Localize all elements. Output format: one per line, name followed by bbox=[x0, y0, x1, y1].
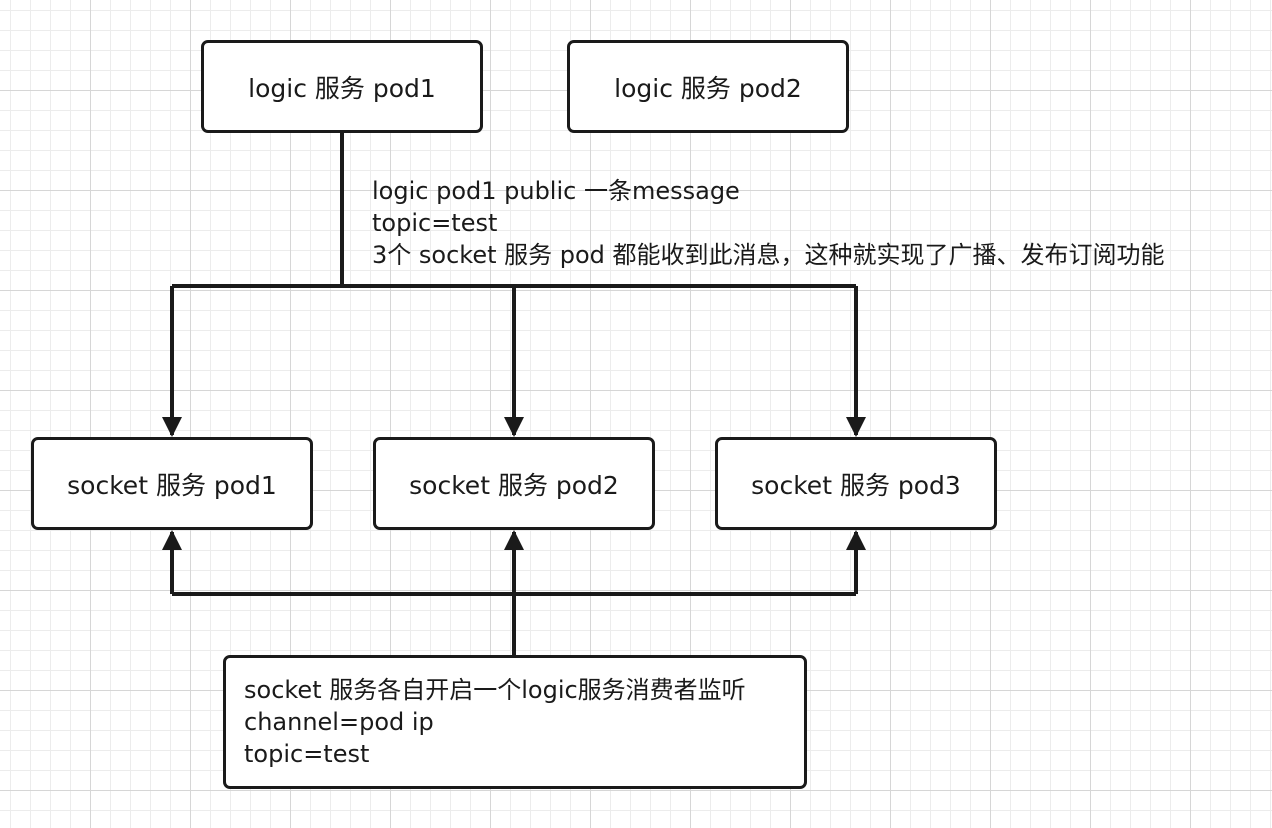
consumer-note-line3: topic=test bbox=[244, 740, 370, 768]
publish-note-line3: 3个 socket 服务 pod 都能收到此消息，这种就实现了广播、发布订阅功能 bbox=[372, 241, 1165, 269]
logic-pod2-box: logic 服务 pod2 bbox=[567, 40, 849, 133]
consumer-note-box: socket 服务各自开启一个logic服务消费者监听 channel=pod … bbox=[223, 655, 807, 789]
publish-note-line1: logic pod1 public 一条message bbox=[372, 177, 740, 205]
consumer-note-line1: socket 服务各自开启一个logic服务消费者监听 bbox=[244, 676, 746, 704]
logic-pod2-label: logic 服务 pod2 bbox=[614, 73, 802, 103]
logic-pod1-box: logic 服务 pod1 bbox=[201, 40, 483, 133]
socket-pod3-label: socket 服务 pod3 bbox=[751, 470, 961, 500]
socket-pod3-box: socket 服务 pod3 bbox=[715, 437, 997, 530]
socket-pod2-box: socket 服务 pod2 bbox=[373, 437, 655, 530]
publish-note: logic pod1 public 一条message topic=test 3… bbox=[372, 175, 1165, 271]
publish-note-line2: topic=test bbox=[372, 209, 498, 237]
consumer-note-line2: channel=pod ip bbox=[244, 708, 434, 736]
diagram-canvas: logic 服务 pod1 logic 服务 pod2 logic pod1 p… bbox=[0, 0, 1272, 828]
socket-pod1-label: socket 服务 pod1 bbox=[67, 470, 277, 500]
socket-pod1-box: socket 服务 pod1 bbox=[31, 437, 313, 530]
socket-pod2-label: socket 服务 pod2 bbox=[409, 470, 619, 500]
logic-pod1-label: logic 服务 pod1 bbox=[248, 73, 436, 103]
